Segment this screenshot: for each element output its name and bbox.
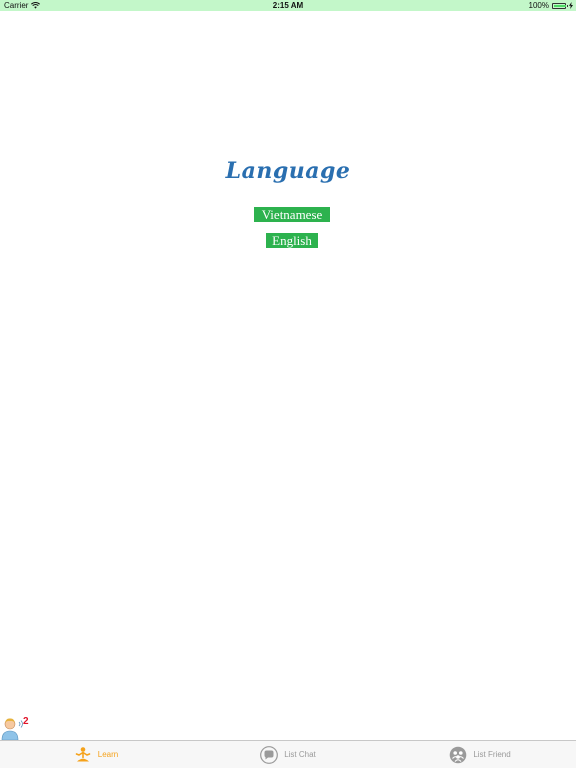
assistant-badge: 2 <box>23 716 29 727</box>
vietnamese-button[interactable]: Vietnamese <box>254 207 330 222</box>
status-bar: Carrier 2:15 AM 100% <box>0 0 576 11</box>
chat-bubble-icon <box>260 745 279 764</box>
tab-learn[interactable]: Learn <box>0 741 192 768</box>
charging-bolt-icon <box>569 2 573 9</box>
english-button[interactable]: English <box>266 233 318 248</box>
meditation-person-icon <box>75 746 91 761</box>
tab-list-friend[interactable]: List Friend <box>384 741 576 768</box>
battery-icon <box>552 2 568 9</box>
friends-group-icon <box>450 746 467 763</box>
battery-fill <box>554 4 566 7</box>
status-right: 100% <box>529 0 573 11</box>
tab-list-friend-label: List Friend <box>473 750 511 759</box>
battery-percent: 100% <box>528 1 549 10</box>
tab-list-chat[interactable]: List Chat <box>192 741 384 768</box>
tab-learn-label: Learn <box>97 750 119 759</box>
status-time: 2:15 AM <box>272 1 304 10</box>
tab-list-chat-label: List Chat <box>284 750 316 759</box>
assistant-avatar-icon[interactable] <box>0 716 24 740</box>
page-title: Language <box>225 158 351 184</box>
tab-bar: Learn List Chat List Friend <box>0 740 576 768</box>
